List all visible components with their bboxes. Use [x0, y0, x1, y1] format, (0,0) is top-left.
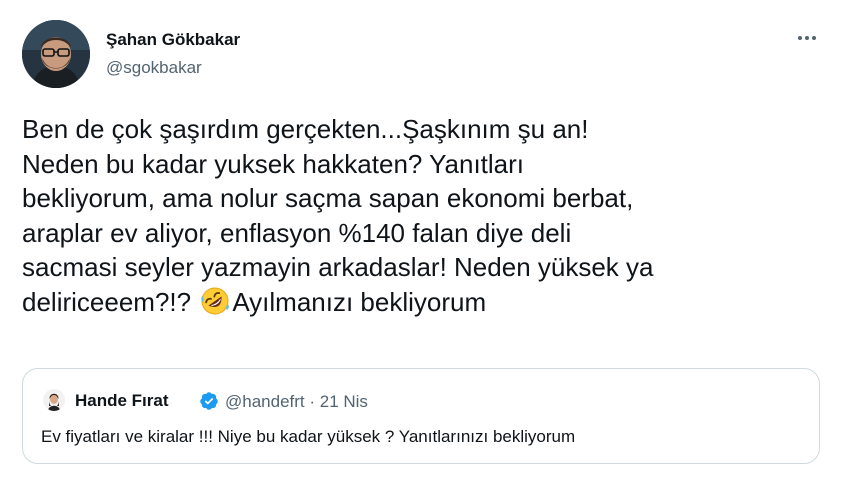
author-name[interactable]: Şahan Gökbakar	[106, 30, 240, 50]
author-handle[interactable]: @sgokbakar	[106, 58, 202, 78]
author-avatar[interactable]	[22, 20, 90, 88]
tweet-line: bekliyorum, ama nolur saçma sapan ekonom…	[22, 183, 634, 213]
quoted-tweet-text: Ev fiyatları ve kiralar !!! Niye bu kada…	[41, 427, 576, 446]
tweet-line: deliriceeem?!? Ayılmanızı bekliyorum	[22, 285, 822, 320]
tweet-line-start: deliriceeem?!?	[22, 286, 199, 317]
quoted-author-avatar-image	[43, 389, 65, 411]
tweet-line: araplar ev aliyor, enflasyon %140 falan …	[22, 217, 572, 248]
quoted-author-avatar[interactable]	[43, 389, 65, 411]
author-avatar-image	[22, 20, 90, 88]
quoted-author-name[interactable]: Hande Fırat	[75, 391, 169, 411]
quoted-tweet[interactable]: Hande Fırat @handefrt · 21 Nis Ev fiyatl…	[22, 368, 820, 464]
tweet-line: sacmasi seyler yazmayin arkadaslar! Nede…	[22, 252, 654, 282]
tweet-text: Ben de çok şaşırdım gerçekten...Şaşkınım…	[22, 112, 822, 319]
more-horizontal-icon	[798, 36, 816, 40]
tweet-line: Neden bu kadar yuksek hakkaten? Yanıtlar…	[22, 148, 525, 179]
tweet-line-end: Ayılmanızı bekliyorum	[232, 286, 487, 317]
quoted-author-handle-date[interactable]: @handefrt · 21 Nis	[225, 392, 368, 412]
verified-badge-icon	[200, 392, 218, 410]
tweet-line: Ben de çok şaşırdım gerçekten...Şaşkınım…	[22, 114, 589, 144]
rolling-on-floor-laughing-emoji-icon	[201, 287, 230, 314]
more-options-button[interactable]	[790, 26, 824, 50]
